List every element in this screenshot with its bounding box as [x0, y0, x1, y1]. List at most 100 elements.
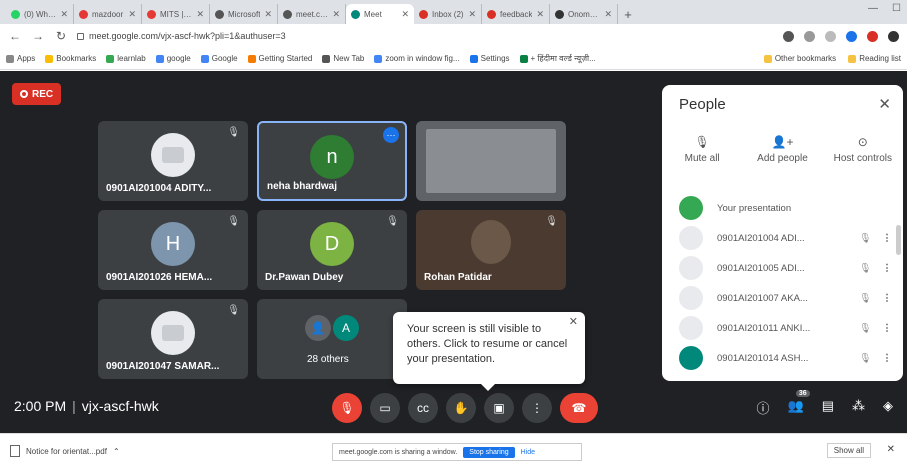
- browser-tab[interactable]: meet.com ✕: [278, 4, 346, 24]
- close-icon[interactable]: ✕: [196, 9, 204, 20]
- close-icon[interactable]: ✕: [401, 9, 409, 20]
- bookmark-icon: [322, 54, 331, 63]
- browser-tab-bar: (0) WhatsApp✕mazdoor✕MITS | Dash✕Microso…: [0, 0, 907, 24]
- forward-icon[interactable]: →: [31, 29, 45, 43]
- people-panel: People ✕ 🎙 Mute all 👤+ Add people ⊙ Host cont…: [662, 85, 903, 381]
- participant-tile[interactable]: 🎙 Rohan Patidar: [416, 210, 566, 290]
- more-options-icon[interactable]: ⋮: [881, 353, 893, 364]
- participant-row[interactable]: 0901AI201007 AKA... 🎙 ⋮: [662, 283, 903, 313]
- bookmark-item[interactable]: Settings: [469, 54, 510, 63]
- present-button[interactable]: ▣: [484, 393, 514, 423]
- close-icon[interactable]: ✕: [128, 9, 136, 20]
- extension-icon[interactable]: [783, 30, 794, 42]
- browser-tab[interactable]: Meet ✕: [346, 4, 414, 24]
- browser-tab[interactable]: Microsoft ✕: [210, 4, 278, 24]
- more-options-icon[interactable]: ⋮: [881, 263, 893, 274]
- extension-icon[interactable]: [867, 30, 878, 42]
- close-icon[interactable]: ✕: [604, 9, 612, 20]
- tile-name: neha bhardwaj: [267, 181, 338, 192]
- show-all-button[interactable]: Show all: [826, 443, 871, 458]
- mic-off-icon: 🎙: [227, 127, 240, 138]
- bookmark-item[interactable]: + हिंदीमा वर्ल्ड न्यूज़ी...: [519, 53, 596, 64]
- bookmark-folder[interactable]: Reading list: [848, 54, 901, 63]
- captions-button[interactable]: cc: [408, 393, 438, 423]
- browser-tab[interactable]: Onomatop ✕: [550, 4, 618, 24]
- host-controls-icon[interactable]: ◈: [883, 398, 893, 417]
- browser-tab[interactable]: mazdoor ✕: [74, 4, 142, 24]
- profile-avatar[interactable]: [888, 30, 899, 42]
- bookmark-item[interactable]: zoom in window fig...: [374, 54, 460, 63]
- participant-row[interactable]: 0901AI201014 ASH... 🎙 ⋮: [662, 343, 903, 373]
- participant-tile[interactable]: [416, 121, 566, 201]
- download-item[interactable]: Notice for orientat...pdf ⌃: [10, 445, 120, 457]
- participant-row[interactable]: 0901AI201005 ADI... 🎙 ⋮: [662, 253, 903, 283]
- close-icon[interactable]: ✕: [60, 9, 68, 20]
- maximize-icon[interactable]: ☐: [892, 3, 901, 14]
- scrollbar[interactable]: [896, 225, 901, 255]
- participant-row[interactable]: Your presentation: [662, 193, 903, 223]
- stop-sharing-button[interactable]: Stop sharing: [463, 446, 515, 458]
- participant-row[interactable]: 0901AI201011 ANKI... 🎙 ⋮: [662, 313, 903, 343]
- bookmark-icon: [6, 54, 14, 63]
- browser-tab[interactable]: feedback ✕: [482, 4, 550, 24]
- bookmark-item[interactable]: Google: [200, 54, 238, 63]
- extension-icon[interactable]: [846, 30, 857, 42]
- camera-button[interactable]: ▭: [370, 393, 400, 423]
- download-filename: Notice for orientat...pdf: [26, 446, 107, 456]
- browser-tab[interactable]: (0) WhatsApp ✕: [6, 4, 74, 24]
- hide-button[interactable]: Hide: [521, 449, 535, 456]
- raise-hand-button[interactable]: ✋: [446, 393, 476, 423]
- bookmark-icon: [155, 54, 164, 63]
- tab-title: Meet: [364, 9, 382, 19]
- bookmark-item[interactable]: New Tab: [322, 54, 364, 63]
- close-icon[interactable]: ✕: [887, 444, 895, 455]
- browser-tab[interactable]: Inbox (2) ✕: [414, 4, 482, 24]
- minimize-icon[interactable]: —: [868, 3, 878, 14]
- browser-tab[interactable]: MITS | Dash ✕: [142, 4, 210, 24]
- participant-tile[interactable]: H 🎙 0901AI201026 HEMA...: [98, 210, 248, 290]
- participant-row[interactable]: 0901AI201004 ADI... 🎙 ⋮: [662, 223, 903, 253]
- more-options-button[interactable]: ⋮: [522, 393, 552, 423]
- people-action-button[interactable]: 👤+ Add people: [747, 135, 817, 164]
- time: 2:00 PM: [14, 398, 67, 414]
- favicon-icon: [283, 9, 292, 19]
- pdf-icon: [10, 445, 20, 457]
- participant-tile[interactable]: n ⋯ neha bhardwaj: [257, 121, 407, 201]
- people-action-button[interactable]: 🎙 Mute all: [667, 135, 737, 164]
- bookmark-item[interactable]: Apps: [6, 54, 35, 63]
- star-icon[interactable]: [825, 30, 836, 42]
- bookmark-item[interactable]: google: [155, 54, 191, 63]
- people-button[interactable]: 👥 36: [788, 390, 810, 417]
- close-icon[interactable]: ✕: [878, 95, 891, 113]
- participant-tile[interactable]: 🎙 0901AI201004 ADITY...: [98, 121, 248, 201]
- participant-tile[interactable]: 👤 A 28 others: [257, 299, 407, 379]
- bookmark-item[interactable]: Getting Started: [247, 54, 312, 63]
- more-options-icon[interactable]: ⋮: [881, 323, 893, 334]
- tile-name: Rohan Patidar: [424, 272, 492, 283]
- participant-tile[interactable]: D 🎙 Dr.Pawan Dubey: [257, 210, 407, 290]
- activities-icon[interactable]: ⁂: [852, 398, 865, 417]
- close-icon[interactable]: ✕: [332, 9, 340, 20]
- close-icon[interactable]: ✕: [468, 9, 476, 20]
- participant-tile[interactable]: 🎙 0901AI201047 SAMAR...: [98, 299, 248, 379]
- close-icon[interactable]: ✕: [536, 9, 544, 20]
- more-options-icon[interactable]: ⋮: [881, 233, 893, 244]
- bookmark-item[interactable]: learnlab: [106, 54, 146, 63]
- leave-call-button[interactable]: ☎: [560, 393, 598, 423]
- more-options-icon[interactable]: ⋮: [881, 293, 893, 304]
- chat-icon[interactable]: ▤: [822, 398, 834, 417]
- people-action-button[interactable]: ⊙ Host controls: [828, 135, 898, 164]
- bookmark-folder[interactable]: Other bookmarks: [763, 54, 836, 63]
- bookmark-item[interactable]: Bookmarks: [45, 54, 96, 63]
- back-icon[interactable]: ←: [8, 29, 22, 43]
- new-tab-button[interactable]: +: [618, 4, 638, 24]
- info-icon[interactable]: ⓘ: [757, 398, 770, 417]
- extension-icon[interactable]: [804, 30, 815, 42]
- url-field[interactable]: meet.google.com/vjx-ascf-hwk?pli=1&authu…: [77, 27, 774, 45]
- tile-name: 0901AI201004 ADITY...: [106, 183, 212, 194]
- close-icon[interactable]: ✕: [264, 9, 272, 20]
- close-icon[interactable]: ✕: [569, 315, 578, 330]
- mic-off-button[interactable]: 🎙: [332, 393, 362, 423]
- chevron-up-icon[interactable]: ⌃: [113, 447, 120, 456]
- reload-icon[interactable]: ↻: [54, 29, 68, 43]
